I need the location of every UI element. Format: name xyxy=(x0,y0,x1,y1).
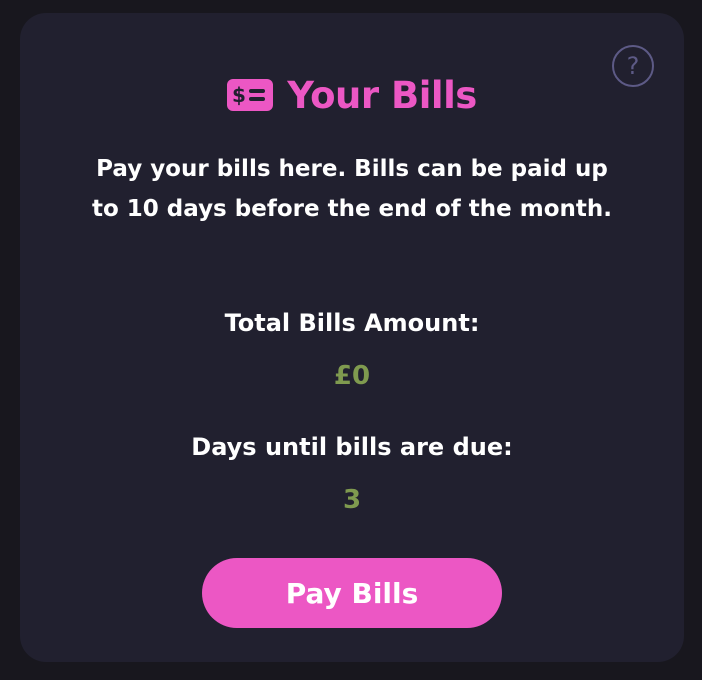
pay-bills-button[interactable]: Pay Bills xyxy=(202,558,502,628)
title-row: $ Your Bills xyxy=(20,73,684,117)
bill-icon: $ xyxy=(227,79,274,111)
days-until-due-label: Days until bills are due: xyxy=(191,433,513,461)
total-bills-label: Total Bills Amount: xyxy=(224,309,480,337)
page-title: Your Bills xyxy=(287,73,477,117)
bills-card: ? $ Your Bills Pay your bills here. Bill… xyxy=(20,13,684,662)
description-text: Pay your bills here. Bills can be paid u… xyxy=(91,156,613,222)
days-until-due-value: 3 xyxy=(342,485,362,515)
svg-text:$: $ xyxy=(232,83,246,107)
total-bills-value: £0 xyxy=(333,361,371,391)
